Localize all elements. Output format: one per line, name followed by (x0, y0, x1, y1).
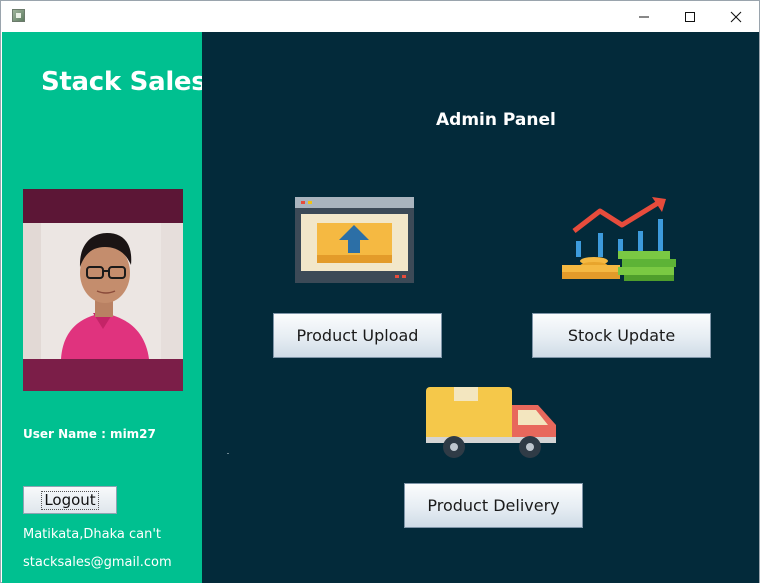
sidebar: Stack Sales User Name: mim27 Logout Mat… (2, 32, 207, 583)
maximize-icon (685, 11, 695, 22)
product-delivery-button[interactable]: Product Delivery (404, 483, 583, 528)
upload-window-icon (295, 197, 414, 283)
app-window: Stack Sales User Name: mim27 Logout Mat… (0, 0, 760, 583)
stock-update-button[interactable]: Stock Update (532, 313, 711, 358)
minimize-icon (639, 16, 649, 17)
logout-button[interactable]: Logout (23, 486, 117, 514)
product-upload-button[interactable]: Product Upload (273, 313, 442, 358)
delivery-truck-icon (426, 387, 556, 458)
address-text: Matikata,Dhaka can't (23, 527, 161, 542)
brand-title: Stack Sales (41, 67, 207, 97)
admin-panel: Admin Panel Product Upload Stock Update … (202, 32, 759, 583)
title-bar[interactable] (1, 1, 759, 32)
email-text: stacksales@gmail.com (23, 555, 172, 570)
stray-dot (227, 453, 229, 454)
app-icon[interactable] (12, 9, 25, 22)
minimize-button[interactable] (621, 1, 667, 32)
stock-growth-icon (562, 197, 676, 281)
user-avatar (23, 189, 183, 391)
page-title: Admin Panel (436, 110, 556, 130)
logout-label: Logout (41, 490, 99, 510)
maximize-button[interactable] (667, 1, 713, 32)
username-label: User Name : mim27 (23, 427, 156, 441)
close-icon (730, 11, 742, 22)
close-button[interactable] (713, 1, 759, 32)
